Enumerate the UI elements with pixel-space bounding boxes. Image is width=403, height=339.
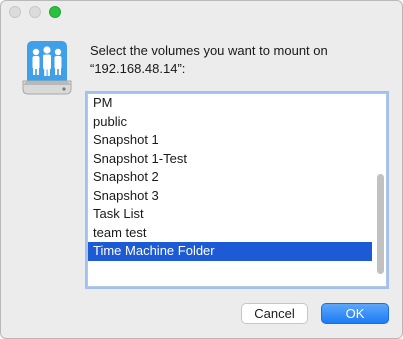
prompt-line-2: “192.168.48.14”: — [90, 61, 186, 76]
minimize-window-button[interactable] — [29, 6, 41, 18]
volume-item-task-list[interactable]: Task List — [88, 205, 372, 224]
volume-item-time-machine-folder[interactable]: Time Machine Folder — [88, 242, 372, 261]
volume-item-snapshot-1[interactable]: Snapshot 1 — [88, 131, 372, 150]
volume-list[interactable]: PM public Snapshot 1 Snapshot 1-Test Sna… — [87, 93, 387, 287]
mount-volumes-dialog: Select the volumes you want to mount on … — [0, 0, 403, 339]
title-bar — [1, 1, 402, 23]
zoom-window-button[interactable] — [49, 6, 61, 18]
ok-button[interactable]: OK — [321, 303, 389, 324]
volume-item-snapshot-2[interactable]: Snapshot 2 — [88, 168, 372, 187]
volume-item-pm[interactable]: PM — [88, 94, 372, 113]
prompt-line-1: Select the volumes you want to mount on — [90, 43, 328, 58]
network-server-icon — [21, 39, 73, 97]
list-scroll-thumb[interactable] — [377, 174, 384, 274]
volume-item-public[interactable]: public — [88, 113, 372, 132]
volume-item-snapshot-3[interactable]: Snapshot 3 — [88, 187, 372, 206]
volume-item-team-test[interactable]: team test — [88, 224, 372, 243]
volume-item-snapshot-1-test[interactable]: Snapshot 1-Test — [88, 150, 372, 169]
dialog-prompt: Select the volumes you want to mount on … — [90, 42, 390, 78]
close-window-button[interactable] — [9, 6, 21, 18]
volume-list-items: PM public Snapshot 1 Snapshot 1-Test Sna… — [88, 94, 372, 261]
cancel-button[interactable]: Cancel — [241, 303, 308, 324]
